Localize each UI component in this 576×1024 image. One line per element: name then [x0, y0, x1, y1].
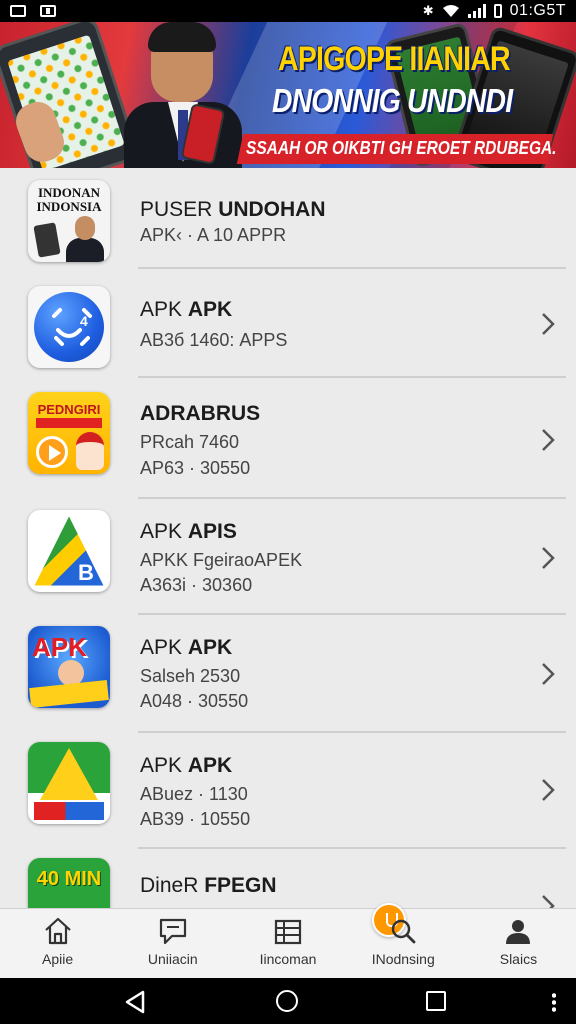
banner-title-line1: APIGOPE IIANIAR: [278, 40, 511, 78]
profile-icon: [506, 920, 531, 944]
list-item[interactable]: PEDNGIRI ADRABRUS PRcah 7460 AP63 · 3055…: [0, 378, 576, 499]
signal-icon: [467, 4, 486, 18]
app-icon: [28, 742, 110, 824]
app-title: PUSER UNDOHAN: [140, 198, 326, 221]
list-item[interactable]: INDONAN INDONSIA PUSER UNDOHAN APK‹ · A 1…: [0, 168, 576, 269]
chevron-right-icon[interactable]: [538, 544, 558, 572]
nav-label-home: Apiie: [42, 951, 74, 967]
bottom-nav: Apiie Uniiacin Iincoman INodnsing Slaics: [0, 903, 576, 978]
svg-text:4: 4: [80, 313, 88, 329]
list-item[interactable]: 4 APK APK AB3б 1460: APPS: [0, 268, 576, 378]
chevron-right-icon[interactable]: [538, 776, 558, 804]
app-meta: APKK FgeiraoAPEK: [140, 550, 303, 570]
chevron-right-icon[interactable]: [538, 426, 558, 454]
screenshot-icon: [10, 5, 26, 17]
back-icon[interactable]: [124, 990, 146, 1014]
battery-icon: [493, 4, 502, 18]
app-title: APK APK: [140, 636, 233, 659]
nav-label-profile: Slaics: [499, 951, 538, 967]
status-time: 01:G5T: [509, 2, 566, 19]
app-title: APK APIS: [140, 520, 237, 543]
nav-item-search[interactable]: INodnsing: [346, 909, 461, 978]
system-nav-bar: [0, 978, 576, 1024]
app-meta-2: A363i · 30360: [140, 575, 253, 595]
app-icon: 4: [28, 286, 110, 368]
app-title: APK APK: [140, 754, 233, 777]
grid-icon: [274, 919, 302, 945]
nav-item-grid[interactable]: Iincoman: [230, 903, 407, 978]
nav-item-profile[interactable]: Slaics: [461, 909, 576, 978]
app-meta: Salseh 2530: [140, 666, 241, 686]
app-meta-2: AB39 · 10550: [140, 809, 251, 829]
nav-item-chat[interactable]: Uniiacin: [115, 909, 230, 978]
app-title: APK APK: [140, 298, 233, 321]
nav-label-search: INodnsing: [371, 951, 435, 967]
icon-text: INDONAN INDONSIA: [36, 185, 102, 214]
app-icon: APK: [28, 626, 110, 708]
app-icon: 40 MIN: [28, 858, 110, 908]
list-item[interactable]: B APK APIS APKK FgeiraoAPEK A363i · 3036…: [0, 498, 576, 615]
app-list[interactable]: INDONAN INDONSIA PUSER UNDOHAN APK‹ · A 1…: [0, 168, 576, 908]
app-meta: ABuez · 1130: [140, 784, 248, 804]
chevron-right-icon[interactable]: [538, 892, 558, 908]
list-item[interactable]: APK APK ABuez · 1130 AB39 · 10550: [0, 732, 576, 849]
icon-text: PEDNGIRI: [37, 402, 101, 417]
app-meta-2: AP63 · 30550: [140, 458, 251, 478]
icon-text: B: [78, 560, 94, 585]
app-icon: B: [28, 510, 110, 592]
list-item[interactable]: APK APK APK Salseh 2530 A048 · 30550: [0, 614, 576, 733]
app-meta: AB3б 1460: APPS: [140, 330, 288, 350]
app-title: DineR FPEGN: [140, 874, 277, 897]
nav-label-grid: Iincoman: [259, 951, 317, 967]
bluetooth-icon: ✱: [422, 3, 434, 18]
banner-title-line2: DNONNIG UNDNDI: [272, 82, 513, 119]
app-meta-2: A048 · 30550: [140, 691, 249, 711]
nav-item-home[interactable]: Apiie: [0, 909, 115, 978]
app-icon: INDONAN INDONSIA: [28, 180, 110, 262]
home-button-icon[interactable]: [276, 990, 298, 1012]
icon-text: APK: [32, 632, 87, 662]
chat-icon: [159, 918, 186, 945]
chevron-right-icon[interactable]: [538, 660, 558, 688]
promo-banner[interactable]: APIGOPE IIANIAR DNONNIG UNDNDI SSAAH OR …: [0, 22, 576, 168]
recent-apps-icon[interactable]: [426, 991, 446, 1011]
nav-label-chat: Uniiacin: [147, 951, 198, 967]
home-icon: [44, 917, 71, 945]
icon-text: 40 MIN: [36, 868, 102, 890]
download-icon: [40, 5, 56, 17]
app-meta: PRcah 7460: [140, 432, 240, 452]
app-icon: PEDNGIRI: [28, 392, 110, 474]
banner-subtitle: SSAAH OR OIKBTI GH EROET RDUBEGA.: [246, 138, 557, 158]
status-bar: ✱ 01:G5T: [0, 0, 576, 22]
app-title: ADRABRUS: [140, 402, 261, 425]
wifi-icon: [442, 5, 459, 17]
app-meta: APK‹ · A 10 APPR: [140, 225, 287, 245]
chevron-right-icon[interactable]: [538, 310, 558, 338]
more-vert-icon[interactable]: [552, 992, 556, 1012]
search-icon: [391, 919, 416, 944]
list-item[interactable]: 40 MIN DineR FPEGN: [0, 848, 576, 908]
